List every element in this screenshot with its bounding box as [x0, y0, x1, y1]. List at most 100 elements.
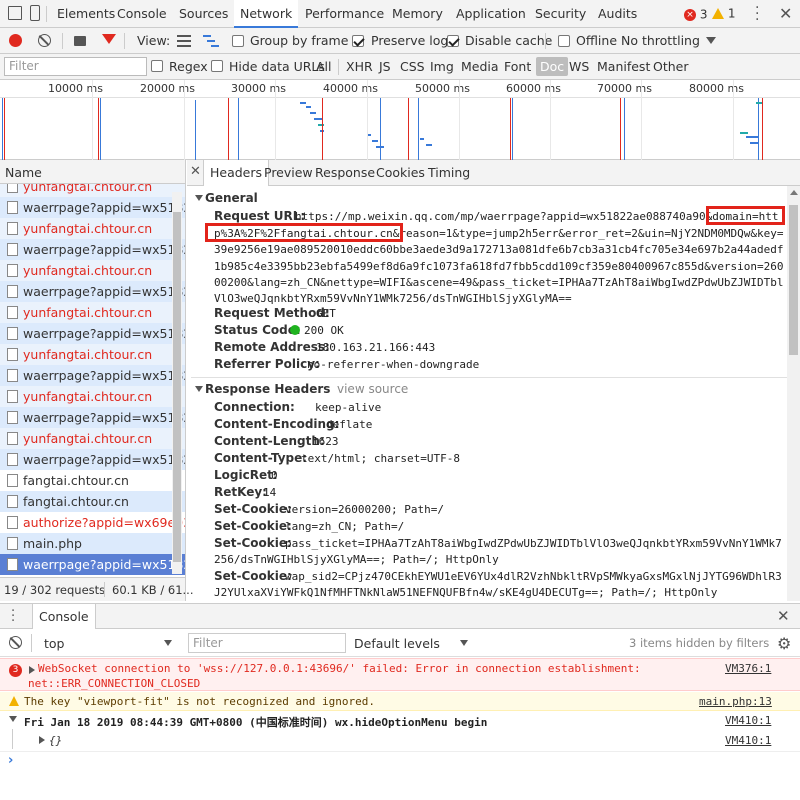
timeline-tick: 40000 ms — [323, 82, 378, 95]
type-filter-doc[interactable]: Doc — [536, 57, 569, 76]
request-row[interactable]: waerrpage?appid=wx51822 — [0, 365, 185, 386]
close-drawer-icon[interactable]: ✕ — [777, 607, 790, 625]
record-button[interactable] — [9, 34, 22, 47]
response-headers-toggle-icon[interactable] — [195, 386, 203, 392]
tab-timing[interactable]: Timing — [428, 160, 470, 186]
request-row[interactable]: main.php — [0, 533, 185, 554]
hide-data-urls-checkbox[interactable] — [211, 60, 223, 75]
general-section-title[interactable]: General — [205, 191, 258, 205]
type-filter-media[interactable]: Media — [461, 59, 499, 74]
type-filter-js[interactable]: JS — [379, 59, 391, 74]
type-filter-xhr[interactable]: XHR — [346, 59, 373, 74]
request-row[interactable]: yunfangtai.chtour.cn — [0, 386, 185, 407]
request-list-scroll-thumb[interactable] — [173, 212, 181, 562]
drawer-menu-icon[interactable]: · · · — [11, 605, 15, 628]
expand-arrow-icon[interactable] — [9, 716, 17, 722]
console-prompt[interactable]: › — [0, 753, 800, 773]
response-header-value: 0 — [271, 469, 278, 482]
chevron-down-icon[interactable] — [460, 640, 468, 646]
chevron-down-icon[interactable] — [164, 640, 172, 646]
timeline-overview[interactable]: 10000 ms 20000 ms 30000 ms 40000 ms 5000… — [0, 80, 800, 160]
request-row[interactable]: waerrpage?appid=wx51822 — [0, 449, 185, 470]
tab-preview[interactable]: Preview — [264, 160, 313, 186]
request-row[interactable]: waerrpage?appid=wx51822 — [0, 239, 185, 260]
request-row[interactable]: waerrpage?appid=wx51822 — [0, 197, 185, 218]
throttling-select[interactable]: No throttling — [621, 33, 700, 48]
tab-cookies[interactable]: Cookies — [376, 160, 425, 186]
error-count: 3 — [699, 7, 708, 22]
filter-icon[interactable] — [102, 34, 116, 44]
request-name: waerrpage?appid=wx51822 — [23, 557, 185, 572]
warning-source-link[interactable]: main.php:13 — [699, 695, 772, 708]
type-filter-manifest[interactable]: Manifest — [597, 59, 650, 74]
request-row[interactable]: fangtai.chtour.cn — [0, 470, 185, 491]
tab-response[interactable]: Response — [315, 160, 375, 186]
type-filter-css[interactable]: CSS — [400, 59, 425, 74]
chevron-down-icon[interactable] — [706, 37, 716, 44]
console-filter-input[interactable]: Filter — [188, 633, 346, 653]
tab-console[interactable]: Console — [111, 0, 173, 28]
error-count-badge[interactable]: × 3 — [684, 7, 708, 22]
view-source-link[interactable]: view source — [337, 382, 408, 396]
close-detail-icon[interactable]: ✕ — [190, 164, 201, 179]
request-row[interactable]: waerrpage?appid=wx51822 — [0, 407, 185, 428]
object-preview[interactable]: {} — [49, 734, 62, 747]
general-toggle-icon[interactable] — [195, 195, 203, 201]
request-row[interactable]: waerrpage?appid=wx51822 — [0, 281, 185, 302]
type-filter-img[interactable]: Img — [430, 59, 454, 74]
log-source-link[interactable]: VM410:1 — [725, 714, 771, 727]
more-options-icon[interactable]: · · · — [755, 1, 759, 27]
type-filter-all[interactable]: All — [316, 59, 332, 74]
regex-checkbox[interactable] — [151, 60, 163, 75]
close-devtools-icon[interactable]: ✕ — [779, 4, 792, 23]
settings-gear-icon[interactable]: ⚙ — [777, 634, 791, 653]
name-column-header[interactable]: Name — [0, 160, 186, 184]
device-toolbar-icon[interactable] — [30, 5, 40, 21]
clear-icon[interactable] — [38, 34, 51, 47]
tab-sources[interactable]: Sources — [173, 0, 234, 28]
request-row[interactable]: yunfangtai.chtour.cn — [0, 260, 185, 281]
divider — [124, 33, 125, 49]
error-source-link[interactable]: VM376:1 — [725, 662, 771, 675]
request-row[interactable]: waerrpage?appid=wx51822 — [0, 323, 185, 344]
request-row[interactable]: authorize?appid=wx69e038 — [0, 512, 185, 533]
type-filter-font[interactable]: Font — [504, 59, 531, 74]
tab-memory[interactable]: Memory — [386, 0, 449, 28]
type-filter-other[interactable]: Other — [653, 59, 689, 74]
filter-input[interactable]: Filter — [4, 57, 147, 76]
warning-count-badge[interactable]: 1 — [712, 6, 735, 21]
clear-console-icon[interactable] — [9, 636, 22, 649]
waterfall-icon[interactable] — [203, 35, 219, 47]
tab-headers[interactable]: Headers — [203, 160, 270, 186]
request-row[interactable]: yunfangtai.chtour.cn — [0, 302, 185, 323]
context-select[interactable]: top — [44, 636, 64, 651]
log-levels-select[interactable]: Default levels — [354, 636, 440, 651]
response-header-value: J2YUlxaXViYWFkQ1NfMHFTNkNlaW51NEFNQUFBfn… — [214, 586, 718, 599]
request-row[interactable]: fangtai.chtour.cn — [0, 491, 185, 512]
console-drawer-tab[interactable]: Console — [32, 604, 96, 630]
expand-arrow-icon[interactable] — [39, 736, 45, 744]
object-source-link[interactable]: VM410:1 — [725, 734, 771, 747]
offline-checkbox[interactable] — [558, 35, 570, 50]
large-rows-icon[interactable] — [177, 35, 191, 47]
type-filter-ws[interactable]: WS — [569, 59, 589, 74]
tab-performance[interactable]: Performance — [299, 0, 390, 28]
group-by-frame-checkbox[interactable] — [232, 35, 244, 50]
tab-audits[interactable]: Audits — [592, 0, 643, 28]
request-row[interactable]: yunfangtai.chtour.cn — [0, 428, 185, 449]
expand-arrow-icon[interactable] — [29, 666, 35, 674]
disable-cache-checkbox[interactable] — [447, 35, 459, 50]
scroll-up-icon[interactable] — [790, 190, 798, 195]
tab-network[interactable]: Network — [234, 0, 299, 28]
request-row[interactable]: yunfangtai.chtour.cn — [0, 184, 185, 197]
tab-security[interactable]: Security — [529, 0, 592, 28]
preserve-log-checkbox[interactable] — [352, 35, 364, 50]
request-row-selected[interactable]: waerrpage?appid=wx51822 — [0, 554, 185, 575]
details-scroll-thumb[interactable] — [789, 205, 798, 355]
request-row[interactable]: yunfangtai.chtour.cn — [0, 344, 185, 365]
capture-screenshots-icon[interactable] — [74, 36, 86, 46]
tab-application[interactable]: Application — [450, 0, 532, 28]
request-row[interactable]: yunfangtai.chtour.cn — [0, 218, 185, 239]
response-headers-title[interactable]: Response Headers — [205, 382, 330, 396]
inspect-element-icon[interactable] — [8, 6, 22, 20]
